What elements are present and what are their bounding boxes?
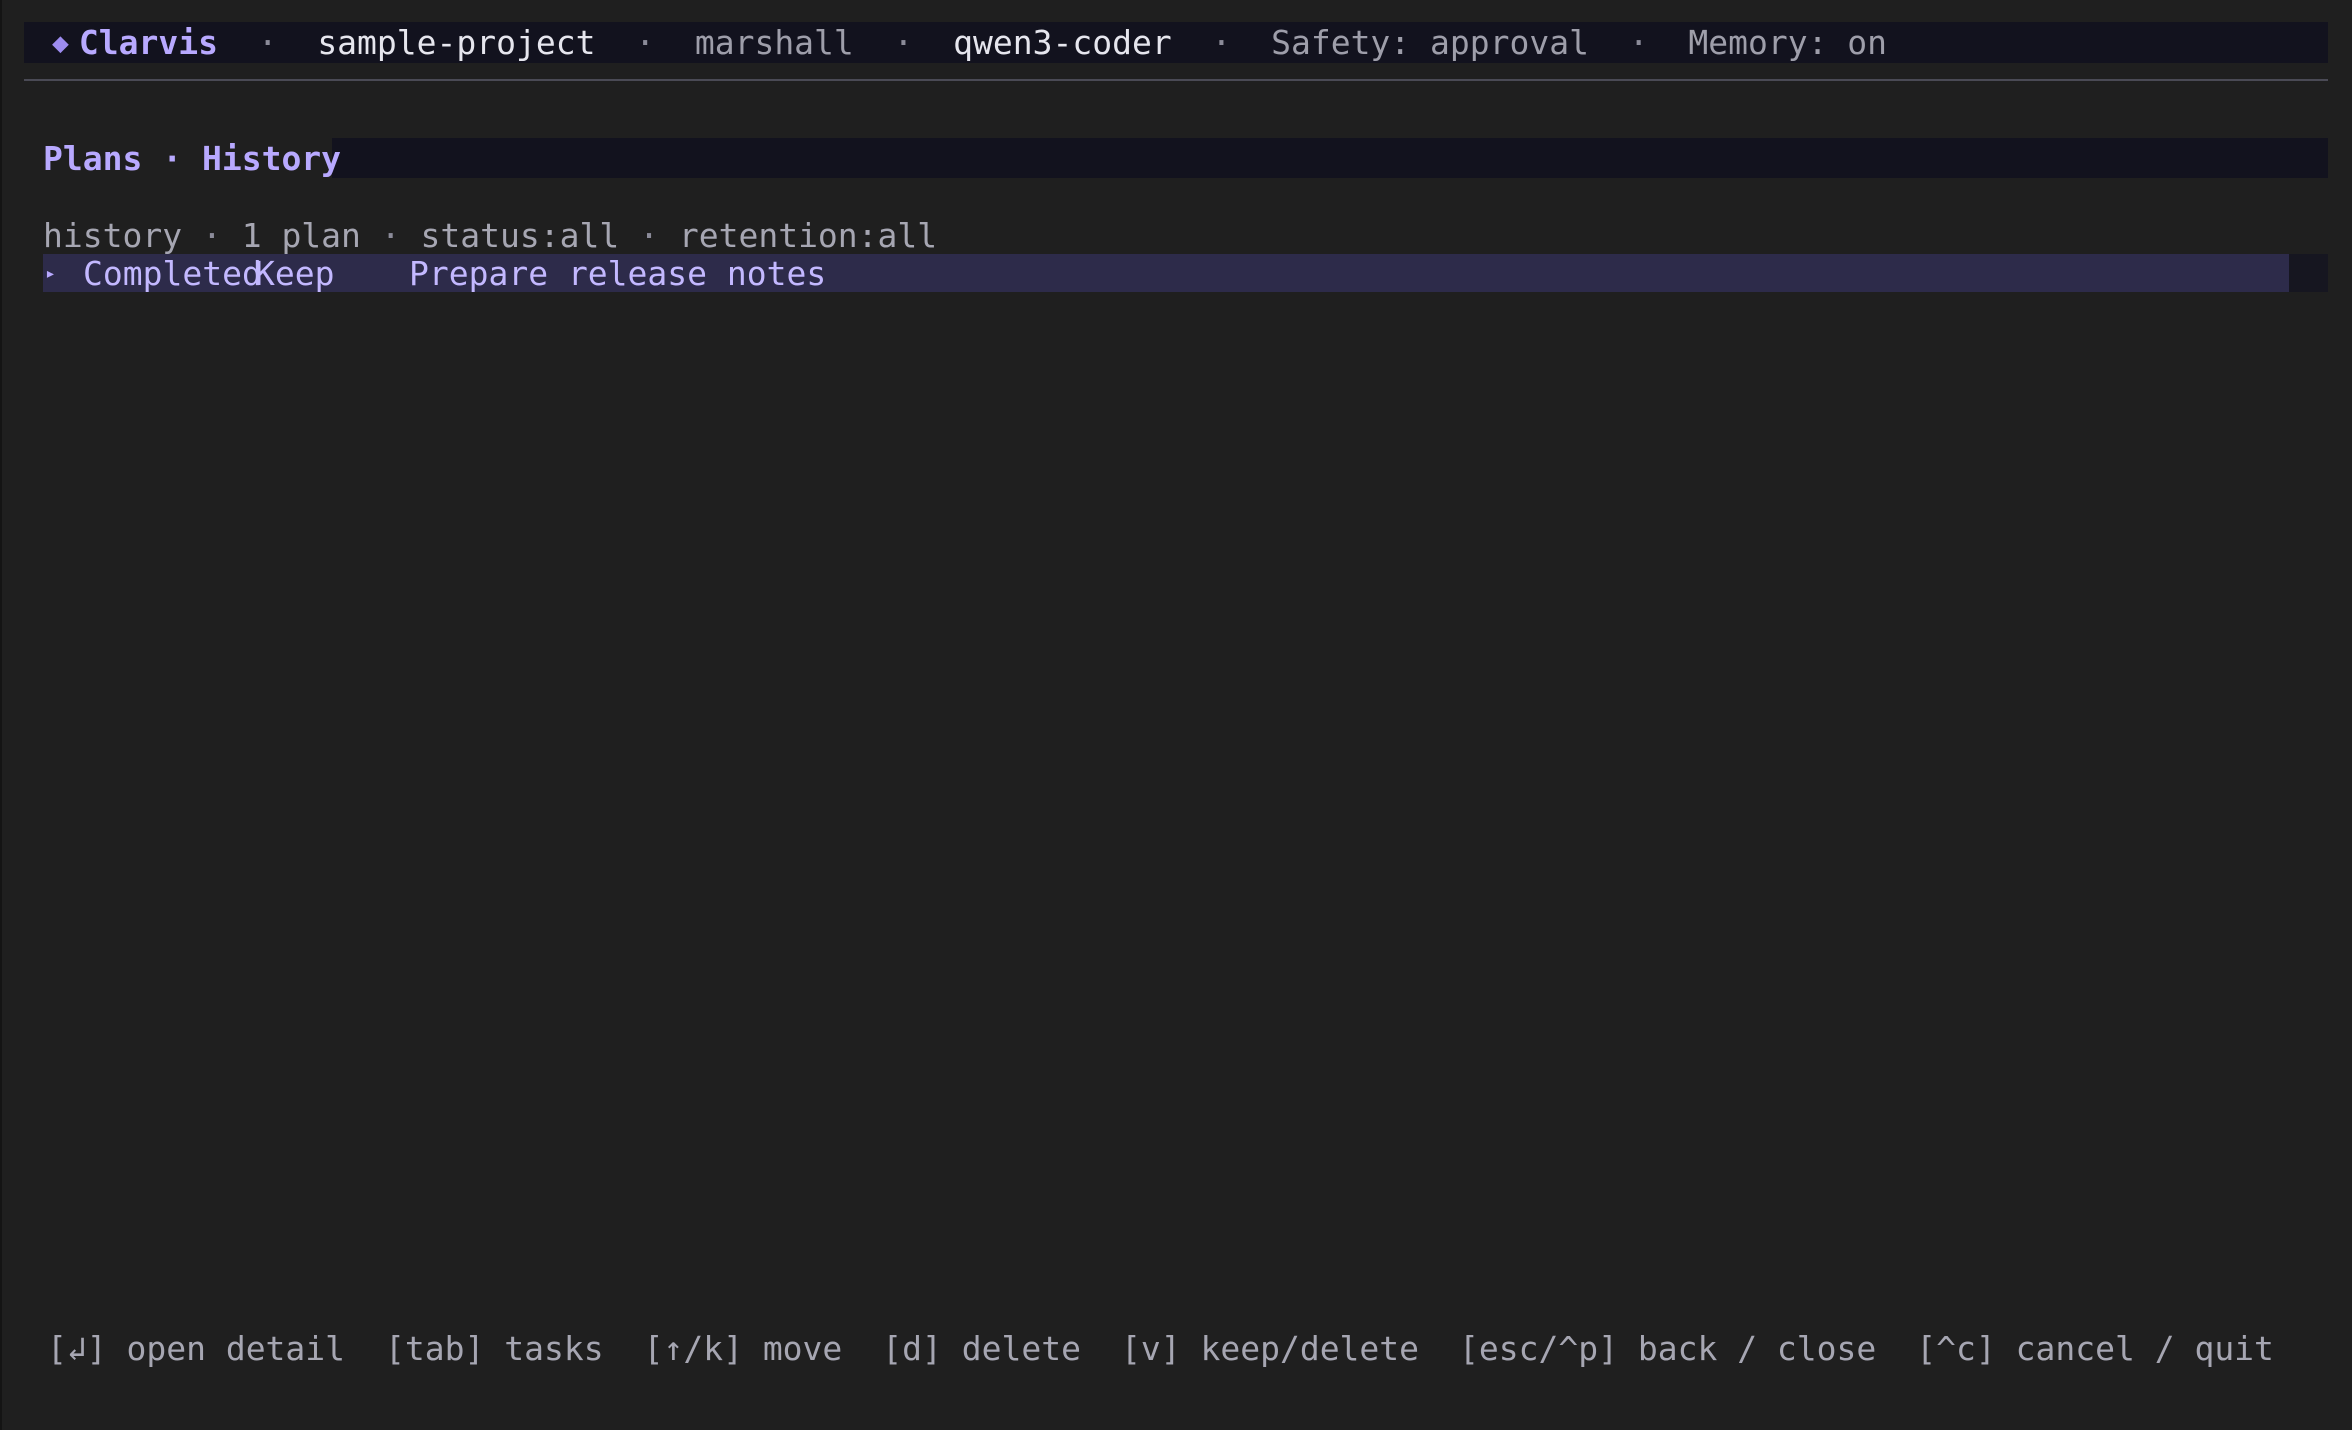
status-filter: status:all [420,215,620,255]
summary-separator: · [639,215,659,255]
retention-filter: retention:all [678,215,938,255]
hint-tasks[interactable]: [tab] tasks [385,1329,604,1368]
title-separator: · [162,138,183,178]
plan-status: Completed [83,253,262,293]
caret-right-icon: ▸ [45,262,56,284]
header-divider [24,79,2328,81]
page-title: Plans · History [43,138,341,178]
plan-retention: Keep [255,253,335,293]
diamond-icon: ◆ [52,26,69,59]
hint-cancel-quit[interactable]: [^c] cancel / quit [1916,1329,2274,1368]
summary-label: history [43,215,183,255]
header-separator: · [1628,23,1649,62]
title-section: Plans [43,138,143,178]
project-name: sample-project [317,23,596,62]
app-name: Clarvis [78,23,218,62]
user-name: marshall [694,23,854,62]
plan-row[interactable]: ▸ Completed Keep Prepare release notes [43,253,2289,293]
header-separator: · [1211,23,1232,62]
summary-separator: · [201,215,222,255]
title-page: History [201,138,342,178]
history-summary: history · 1 plan · status:all · retentio… [43,215,937,255]
model-name: qwen3-coder [953,23,1172,62]
plan-count: 1 plan [241,215,361,255]
hint-delete[interactable]: [d] delete [882,1329,1081,1368]
summary-separator: · [380,215,401,255]
title-bar-fill [332,138,2328,178]
window-left-border [0,0,2,1430]
memory-status: Memory: on [1688,23,1888,62]
header-separator: · [635,23,656,62]
hint-keep-delete[interactable]: [v] keep/delete [1121,1329,1419,1368]
row-scroll-indicator [2289,254,2328,292]
hint-back-close[interactable]: [esc/^p] back / close [1459,1329,1876,1368]
header-separator: · [893,23,914,62]
hint-open-detail[interactable]: [↲] open detail [47,1329,345,1368]
keybinding-hints: [↲] open detail [tab] tasks [↑/k] move [… [47,1328,2314,1368]
safety-mode: Safety: approval [1271,23,1589,62]
plan-name: Prepare release notes [409,253,827,293]
hint-move[interactable]: [↑/k] move [644,1329,843,1368]
header-separator: · [257,23,278,62]
status-header: ◆ Clarvis · sample-project · marshall · q… [24,22,2328,63]
